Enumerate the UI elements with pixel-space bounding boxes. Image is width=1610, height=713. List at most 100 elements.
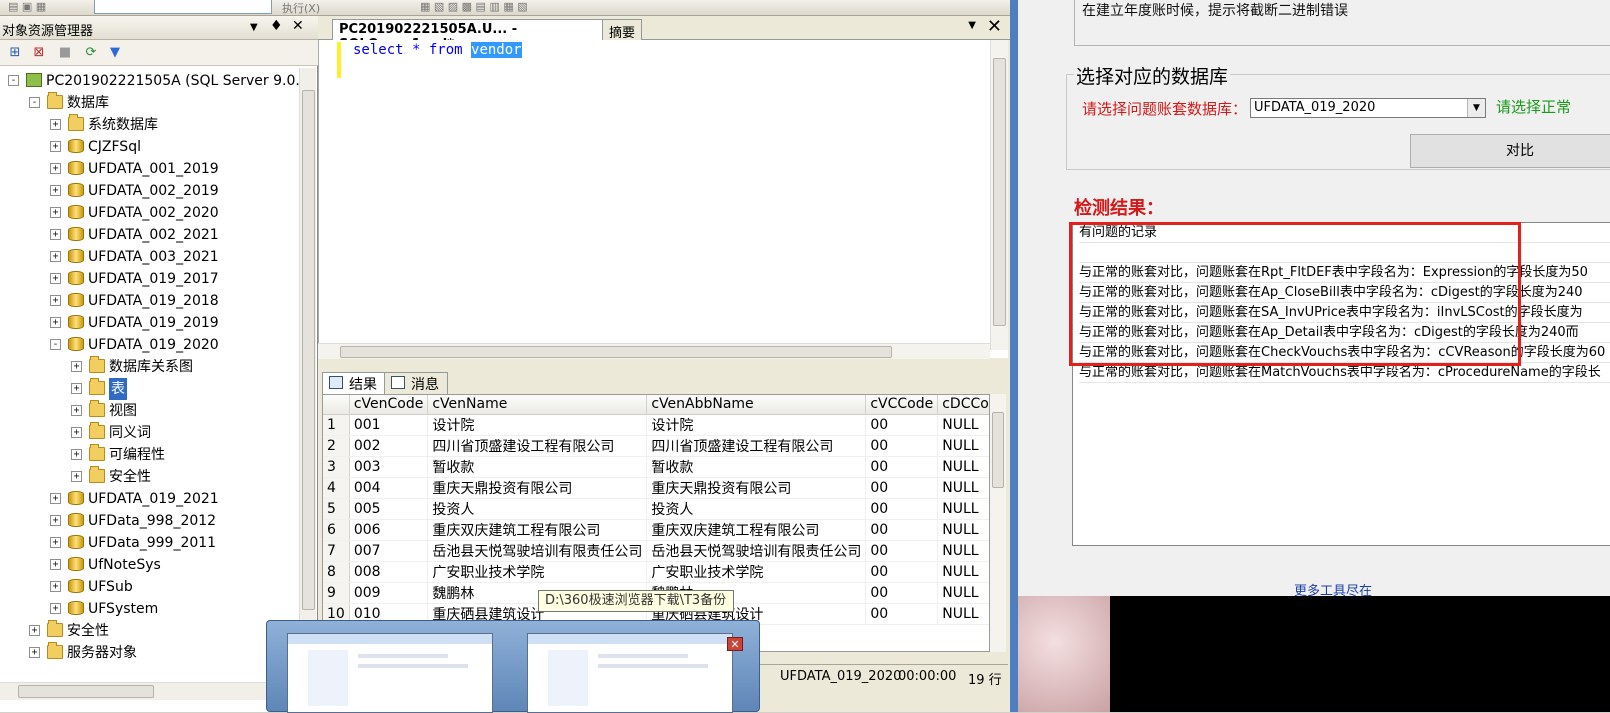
expand-icon[interactable]: +	[50, 537, 61, 548]
table-cell[interactable]: 四川省顶盛建设工程有限公司	[646, 435, 867, 457]
tab-sqlquery1[interactable]: PC201902221505A.U... - SQLQuery1.sql*	[332, 19, 618, 52]
table-cell[interactable]: 设计院	[646, 414, 867, 436]
table-cell[interactable]: 001	[349, 414, 429, 436]
preview-window-1[interactable]	[287, 633, 493, 713]
grid-vertical-scrollbar[interactable]	[990, 394, 1006, 652]
pin-icon[interactable]: ♦	[270, 18, 283, 34]
collapse-icon[interactable]: -	[29, 97, 40, 108]
table-cell[interactable]: 006	[349, 519, 429, 541]
table-cell[interactable]: NULL	[937, 561, 989, 583]
table-row[interactable]: 6 006 重庆双庆建筑工程有限公司 重庆双庆建筑工程有限公司 00 NULL	[323, 519, 989, 541]
taskbar-preview[interactable]: ✕	[266, 620, 760, 713]
stop-icon[interactable]: ■	[56, 44, 74, 62]
table-cell[interactable]: NULL	[937, 540, 989, 562]
expand-icon[interactable]: +	[50, 163, 61, 174]
table-cell[interactable]: NULL	[937, 498, 989, 520]
table-cell[interactable]: 00	[865, 540, 939, 562]
expand-icon[interactable]: +	[50, 317, 61, 328]
row-number[interactable]: 6	[323, 519, 350, 541]
expand-icon[interactable]: +	[71, 405, 82, 416]
expand-icon[interactable]: +	[50, 295, 61, 306]
close-document-icon[interactable]: ✕	[987, 16, 1002, 37]
table-cell[interactable]: 008	[349, 561, 429, 583]
result-line[interactable]: 与正常的账套对比，问题账套在MatchVouchs表中字段名为：cProcedu…	[1079, 363, 1610, 383]
expand-icon[interactable]: +	[29, 647, 40, 658]
table-cell[interactable]: 重庆双庆建筑工程有限公司	[427, 519, 648, 541]
table-cell[interactable]: NULL	[937, 414, 989, 436]
table-cell[interactable]: 重庆双庆建筑工程有限公司	[646, 519, 867, 541]
problem-db-select[interactable]: UFDATA_019_2020 ▼	[1250, 98, 1486, 118]
expand-icon[interactable]: +	[71, 449, 82, 460]
dropdown-icon[interactable]: ▼	[250, 22, 258, 33]
table-row[interactable]: 2 002 四川省顶盛建设工程有限公司 四川省顶盛建设工程有限公司 00 NULL	[323, 435, 989, 457]
table-cell[interactable]: 暂收款	[646, 456, 867, 478]
table-cell[interactable]: 00	[865, 498, 939, 520]
expand-icon[interactable]: +	[50, 141, 61, 152]
column-header[interactable]: cDCCode	[937, 395, 989, 415]
row-number[interactable]: 2	[323, 435, 350, 457]
table-cell[interactable]: 004	[349, 477, 429, 499]
table-cell[interactable]: 00	[865, 477, 939, 499]
table-cell[interactable]: 00	[865, 603, 939, 625]
expand-icon[interactable]: +	[29, 625, 40, 636]
table-cell[interactable]: 广安职业技术学院	[646, 561, 867, 583]
table-cell[interactable]: 岳池县天悦驾驶培训有限责任公司	[427, 540, 648, 562]
expand-icon[interactable]: +	[50, 119, 61, 130]
close-icon[interactable]: ✕	[292, 18, 304, 34]
row-number[interactable]: 7	[323, 540, 350, 562]
expand-icon[interactable]: +	[50, 515, 61, 526]
execute-button[interactable]: 执行(X)	[282, 0, 320, 15]
collapse-icon[interactable]: -	[50, 339, 61, 350]
table-cell[interactable]: 重庆天鼎投资有限公司	[646, 477, 867, 499]
table-row[interactable]: 5 005 投资人 投资人 00 NULL	[323, 498, 989, 520]
collapse-icon[interactable]: -	[8, 75, 19, 86]
expand-icon[interactable]: +	[71, 383, 82, 394]
tree-horizontal-scrollbar[interactable]	[0, 682, 300, 700]
editor-horizontal-scrollbar[interactable]	[318, 343, 990, 359]
tab-messages[interactable]: 消息	[384, 372, 448, 394]
row-number[interactable]: 5	[323, 498, 350, 520]
expand-icon[interactable]: +	[50, 273, 61, 284]
expand-icon[interactable]: +	[50, 559, 61, 570]
column-header[interactable]: cVenAbbName	[646, 395, 867, 415]
table-cell[interactable]: 005	[349, 498, 429, 520]
table-cell[interactable]: 009	[349, 582, 429, 604]
table-row[interactable]: 4 004 重庆天鼎投资有限公司 重庆天鼎投资有限公司 00 NULL	[323, 477, 989, 499]
toolbar-icons-right[interactable]: ▦ ▧ ▨ ▩ ▤ ▥ ▦ ▧	[420, 0, 528, 13]
compare-button[interactable]: 对比	[1410, 134, 1610, 168]
table-row[interactable]: 3 003 暂收款 暂收款 00 NULL	[323, 456, 989, 478]
table-cell[interactable]: 投资人	[427, 498, 648, 520]
expand-icon[interactable]: +	[50, 581, 61, 592]
table-cell[interactable]: 00	[865, 561, 939, 583]
table-cell[interactable]: 007	[349, 540, 429, 562]
table-row[interactable]: 7 007 岳池县天悦驾驶培训有限责任公司 岳池县天悦驾驶培训有限责任公司 00 NULL	[323, 540, 989, 562]
expand-icon[interactable]: +	[71, 361, 82, 372]
editor-results-splitter[interactable]	[318, 360, 1008, 370]
column-header[interactable]: cVenName	[427, 395, 648, 415]
row-number[interactable]: 1	[323, 414, 350, 436]
expand-icon[interactable]: +	[50, 185, 61, 196]
sql-editor[interactable]: select * from vendor	[318, 40, 1008, 358]
disconnect-icon[interactable]: ⊠	[30, 44, 48, 62]
row-number-header[interactable]	[323, 395, 350, 415]
expand-icon[interactable]: +	[50, 603, 61, 614]
table-cell[interactable]: 00	[865, 414, 939, 436]
tree-vertical-scrollbar[interactable]	[299, 68, 316, 628]
editor-vertical-scrollbar[interactable]	[990, 40, 1008, 350]
tab-summary[interactable]: 摘要	[602, 19, 643, 41]
table-cell[interactable]: NULL	[937, 435, 989, 457]
table-row[interactable]: 8 008 广安职业技术学院 广安职业技术学院 00 NULL	[323, 561, 989, 583]
table-cell[interactable]: 岳池县天悦驾驶培训有限责任公司	[646, 540, 867, 562]
table-cell[interactable]: NULL	[937, 582, 989, 604]
expand-icon[interactable]: +	[71, 427, 82, 438]
table-cell[interactable]: 暂收款	[427, 456, 648, 478]
table-cell[interactable]: 00	[865, 519, 939, 541]
column-header[interactable]: cVenCode	[349, 395, 429, 415]
sql-code[interactable]: select * from vendor	[353, 42, 522, 58]
expand-icon[interactable]: +	[50, 229, 61, 240]
expand-icon[interactable]: +	[50, 493, 61, 504]
row-number[interactable]: 9	[323, 582, 350, 604]
table-cell[interactable]: 广安职业技术学院	[427, 561, 648, 583]
table-cell[interactable]: NULL	[937, 519, 989, 541]
table-cell[interactable]: 003	[349, 456, 429, 478]
